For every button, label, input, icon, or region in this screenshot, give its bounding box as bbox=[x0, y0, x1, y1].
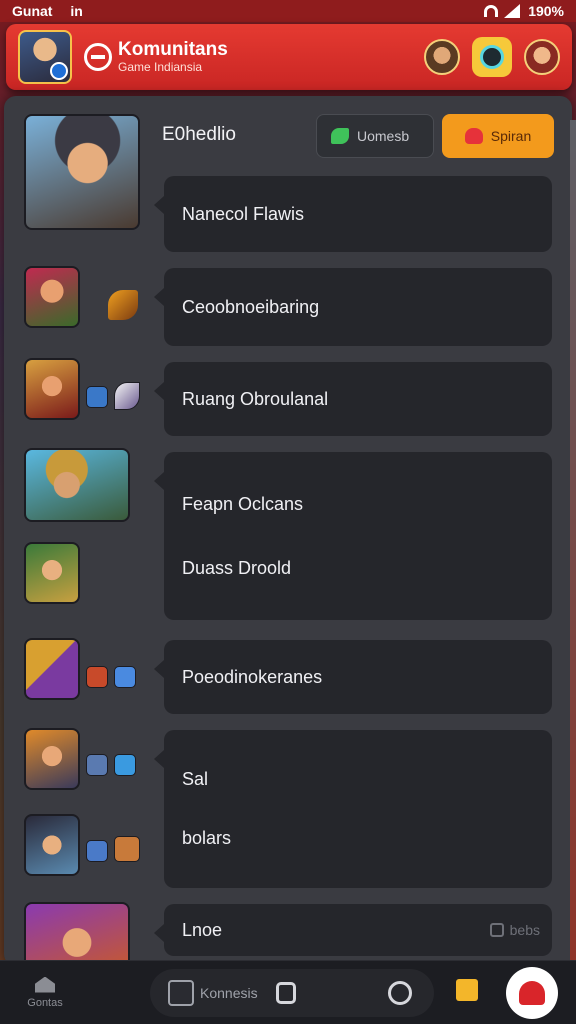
message-text: Nanecol Flawis bbox=[182, 203, 305, 224]
nav-home-label: Gontas bbox=[27, 996, 63, 1009]
message-meta: bebs bbox=[489, 922, 540, 938]
chip-spiran[interactable]: Spiran bbox=[442, 114, 554, 158]
square-icon[interactable] bbox=[276, 982, 296, 1004]
item-icon bbox=[114, 836, 140, 862]
hero-thumbnail[interactable] bbox=[24, 114, 140, 230]
message-bubble[interactable]: Sal bolars bbox=[154, 730, 552, 888]
hero-thumbnail[interactable] bbox=[24, 448, 130, 522]
item-icon bbox=[86, 386, 108, 408]
message-bubble[interactable]: Feapn Oclcans Duass Droold bbox=[154, 452, 552, 620]
header-title: Komunitans bbox=[118, 38, 228, 60]
user-avatar[interactable] bbox=[424, 39, 460, 75]
side-edge bbox=[570, 120, 576, 960]
message-text: Ruang Obroulanal bbox=[182, 388, 329, 409]
app-header: Komunitans Game Indiansia bbox=[6, 24, 572, 90]
chip-uomesb-label: Uomesb bbox=[357, 128, 410, 144]
chip-uomesb[interactable]: Uomesb bbox=[316, 114, 434, 158]
sword-icon bbox=[114, 382, 140, 410]
leaf-icon bbox=[331, 128, 349, 144]
profile-icon[interactable] bbox=[388, 981, 412, 1005]
avatar-thumbnail[interactable] bbox=[24, 542, 80, 604]
share-icon bbox=[168, 980, 194, 1006]
message-text-secondary: Duass Droold bbox=[182, 557, 292, 578]
message-bubble[interactable]: Ceoobnoeibaring bbox=[154, 268, 552, 346]
status-left-text: Gunat bbox=[12, 3, 53, 19]
item-icon bbox=[86, 754, 108, 776]
copy-icon bbox=[489, 923, 504, 937]
avatar-thumbnail[interactable] bbox=[24, 638, 80, 700]
heart-icon bbox=[464, 128, 483, 144]
support-button[interactable] bbox=[472, 37, 512, 77]
message-meta-text: bebs bbox=[509, 922, 540, 938]
fab-button[interactable] bbox=[506, 967, 558, 1019]
no-entry-icon bbox=[84, 43, 112, 71]
message-text: Sal bbox=[182, 769, 209, 789]
app-avatar[interactable] bbox=[18, 30, 72, 84]
item-icon bbox=[114, 754, 136, 776]
avatar-thumbnail[interactable] bbox=[24, 728, 80, 790]
chip-spiran-label: Spiran bbox=[490, 128, 532, 144]
message-bubble[interactable]: Lnoe bebs bbox=[154, 904, 552, 956]
wifi-icon bbox=[484, 5, 499, 17]
status-left-extra: in bbox=[70, 3, 83, 19]
item-icon bbox=[114, 666, 136, 688]
gift-icon[interactable] bbox=[456, 979, 478, 1001]
message-text: Poeodinokeranes bbox=[182, 666, 323, 687]
message-bubble[interactable]: Nanecol Flawis bbox=[154, 176, 552, 252]
home-icon bbox=[35, 976, 55, 993]
message-text: Feapn Oclcans bbox=[182, 493, 304, 514]
message-bubble[interactable]: Ruang Obroulanal bbox=[154, 362, 552, 436]
chat-panel: E0hedlio Uomesb Spiran Nanecol Flawis Ce… bbox=[4, 96, 572, 966]
axe-icon bbox=[108, 290, 138, 320]
message-text: Lnoe bbox=[182, 919, 223, 940]
nav-home[interactable]: Gontas bbox=[0, 961, 90, 1024]
item-icon bbox=[86, 666, 108, 688]
battery-text: 190% bbox=[528, 3, 564, 19]
message-text-secondary: bolars bbox=[182, 828, 232, 848]
header-subtitle: Game Indiansia bbox=[118, 59, 203, 74]
nav-pill[interactable]: Konnesis bbox=[150, 969, 434, 1017]
profile-avatar[interactable] bbox=[524, 39, 560, 75]
bottom-nav: Gontas Konnesis bbox=[0, 960, 576, 1024]
message-text: Ceoobnoeibaring bbox=[182, 296, 320, 317]
signal-icon bbox=[504, 4, 521, 18]
mushroom-icon bbox=[519, 981, 545, 1005]
section-label: E0hedlio bbox=[162, 124, 236, 145]
item-icon bbox=[86, 840, 108, 862]
status-bar: Gunat in 190% bbox=[0, 0, 576, 22]
message-bubble[interactable]: Poeodinokeranes bbox=[154, 640, 552, 714]
avatar-thumbnail[interactable] bbox=[24, 266, 80, 328]
nav-pill-label: Konnesis bbox=[200, 985, 258, 1001]
avatar-thumbnail[interactable] bbox=[24, 814, 80, 876]
headset-icon bbox=[480, 45, 504, 69]
avatar-thumbnail[interactable] bbox=[24, 358, 80, 420]
hero-thumbnail[interactable] bbox=[24, 902, 130, 966]
